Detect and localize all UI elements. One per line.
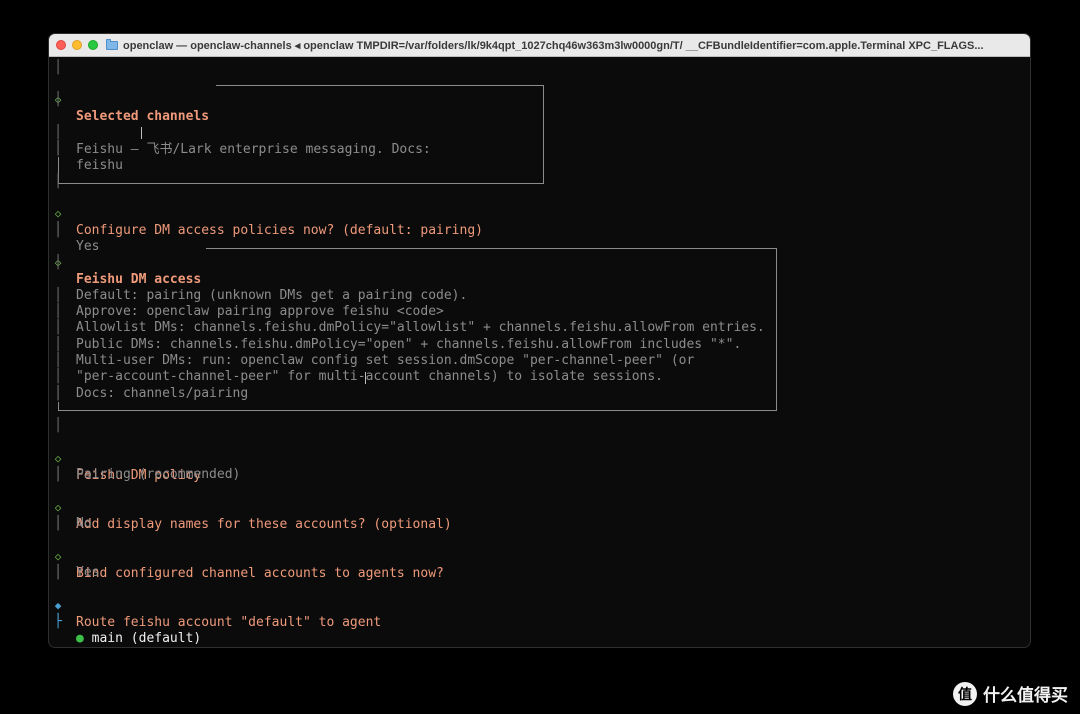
channel-id: feishu <box>76 157 123 173</box>
text-cursor <box>365 372 366 384</box>
window-title: openclaw — openclaw-channels ◂ openclaw … <box>123 39 984 52</box>
route-option-selected[interactable]: │ ● main (default) <box>49 598 201 645</box>
folder-icon <box>106 38 118 50</box>
terminal-content[interactable]: │ ◇ Selected channels │ │ Feishu — 飞书/La… <box>49 57 1030 647</box>
close-button[interactable] <box>56 40 66 50</box>
option-label: main (default) <box>91 630 202 646</box>
watermark-text: 什么值得买 <box>983 686 1068 706</box>
watermark-logo-icon: 值 <box>953 681 977 706</box>
box-left-corner <box>58 402 59 410</box>
prompt-route-agent: ◆ Route feishu account "default" to agen… <box>49 582 382 629</box>
prompt-answer: No <box>76 516 92 532</box>
box-top-border <box>216 85 543 86</box>
box-right-border <box>543 85 544 183</box>
section-selected-channels: ◇ Selected channels <box>49 76 209 123</box>
text-cursor <box>141 127 142 139</box>
access-line: │ Approve: openclaw pairing approve feish… <box>54 304 444 320</box>
channel-description: Feishu — 飞书/Lark enterprise messaging. D… <box>76 141 431 157</box>
box-bottom-border <box>58 410 777 411</box>
title-bar: openclaw — openclaw-channels ◂ openclaw … <box>49 34 1030 57</box>
access-line: │ Multi-user DMs: run: openclaw config se… <box>54 353 695 369</box>
access-line: │ Default: pairing (unknown DMs get a pai… <box>54 288 468 304</box>
selected-radio-icon: ● <box>76 630 84 646</box>
window-controls <box>56 40 98 50</box>
prompt-dm-policy: ◇ Feishu DM policy <box>49 435 202 482</box>
box-bottom-border <box>58 183 544 184</box>
zoom-button[interactable] <box>88 40 98 50</box>
prompt-display-names: ◇ Add display names for these accounts? … <box>49 484 452 531</box>
prompt-question: Add display names for these accounts? (o… <box>76 516 452 532</box>
box-top-border <box>206 248 776 249</box>
section-feishu-dm-access: ◇ Feishu DM access <box>49 239 202 286</box>
access-line: │ Docs: channels/pairing <box>54 386 249 402</box>
prompt-question: Route feishu account "default" to agent <box>76 614 382 630</box>
prompt-answer: Yes <box>76 565 100 581</box>
prompt-configure-dm: ◇ Configure DM access policies now? (def… <box>49 190 483 237</box>
terminal-window: openclaw — openclaw-channels ◂ openclaw … <box>48 33 1031 648</box>
access-line: │ Allowlist DMs: channels.feishu.dmPolicy… <box>54 320 765 336</box>
watermark: 值 什么值得买 <box>953 681 1068 706</box>
access-line: │ Public DMs: channels.feishu.dmPolicy="o… <box>54 337 742 353</box>
access-line: │ "per-account-channel-peer" for multi-ac… <box>54 369 663 385</box>
selected-channels-body: │ Feishu — 飞书/Lark enterprise messaging.… <box>54 125 431 157</box>
prompt-question: Bind configured channel accounts to agen… <box>76 565 444 581</box>
minimize-button[interactable] <box>72 40 82 50</box>
prompt-question: Configure DM access policies now? (defau… <box>76 222 483 238</box>
prompt-answer: Pairing (recommended) <box>76 467 241 483</box>
prompt-bind-accounts: ◇ Bind configured channel accounts to ag… <box>49 533 444 580</box>
box-right-border <box>776 248 777 410</box>
